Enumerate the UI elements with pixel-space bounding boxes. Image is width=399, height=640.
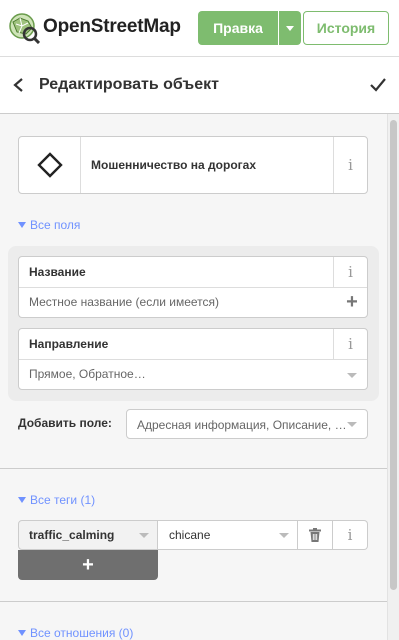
- preset-icon-box: [19, 137, 81, 193]
- tag-key-text: traffic_calming: [29, 528, 115, 542]
- diamond-icon: [36, 152, 63, 178]
- edit-dropdown-button[interactable]: [279, 11, 301, 45]
- add-field-combo[interactable]: Адресная информация, Описание, …: [126, 409, 368, 439]
- caret-down-icon[interactable]: [347, 422, 357, 427]
- add-field-label: Добавить поле:: [18, 416, 112, 430]
- all-tags-toggle[interactable]: Все теги (1): [18, 493, 95, 507]
- caret-down-icon: [286, 25, 294, 31]
- caret-down-icon[interactable]: [347, 373, 357, 378]
- field-direction-label: Направление: [19, 329, 334, 360]
- divider: [0, 601, 387, 602]
- scrollbar-thumb[interactable]: [390, 120, 397, 590]
- add-localized-name-button[interactable]: +: [337, 288, 367, 317]
- field-name-label: Название: [19, 257, 334, 288]
- field-direction-info-button[interactable]: i: [333, 329, 367, 360]
- history-button[interactable]: История: [303, 11, 389, 45]
- name-input[interactable]: Местное название (если имеется): [29, 295, 219, 309]
- tag-info-button[interactable]: i: [333, 520, 368, 550]
- chevron-left-icon[interactable]: [11, 77, 27, 93]
- divider: [0, 468, 387, 469]
- checkmark-icon[interactable]: [369, 76, 387, 94]
- tag-key-input[interactable]: traffic_calming: [18, 520, 158, 550]
- add-tag-button[interactable]: +: [18, 550, 158, 580]
- caret-down-icon[interactable]: [139, 533, 149, 538]
- tag-row: traffic_calming chicane i: [18, 520, 368, 550]
- triangle-down-icon: [18, 630, 26, 636]
- field-name: Название i Местное название (если имеетс…: [18, 256, 368, 318]
- page-title: Редактировать объект: [39, 76, 219, 93]
- direction-combo[interactable]: Прямое, Обратное…: [29, 367, 146, 381]
- all-fields-label: Все поля: [30, 218, 81, 232]
- scrollbar[interactable]: [387, 114, 399, 640]
- all-fields-toggle[interactable]: Все поля: [18, 218, 80, 232]
- preset-info-button[interactable]: i: [333, 137, 367, 193]
- triangle-down-icon: [18, 222, 26, 228]
- delete-tag-button[interactable]: [298, 520, 333, 550]
- all-tags-label: Все теги (1): [30, 493, 96, 507]
- all-relations-label: Все отношения (0): [30, 626, 134, 640]
- top-bar: OpenStreetMap Правка История: [0, 0, 399, 57]
- field-name-info-button[interactable]: i: [333, 257, 367, 288]
- osm-logo-icon: [9, 13, 40, 44]
- caret-down-icon[interactable]: [279, 533, 289, 538]
- preset-card[interactable]: Мошенничество на дорогах i: [18, 136, 368, 194]
- edit-button[interactable]: Правка: [198, 11, 278, 45]
- brand-name[interactable]: OpenStreetMap: [43, 16, 181, 38]
- tag-value-input[interactable]: chicane: [158, 520, 298, 550]
- field-direction: Направление i Прямое, Обратное…: [18, 328, 368, 390]
- trash-icon: [309, 528, 321, 542]
- all-relations-toggle[interactable]: Все отношения (0): [18, 626, 133, 640]
- tag-value-text: chicane: [169, 528, 211, 542]
- preset-name: Мошенничество на дорогах: [91, 158, 256, 172]
- add-field-input[interactable]: Адресная информация, Описание, …: [137, 418, 345, 432]
- triangle-down-icon: [18, 497, 26, 503]
- fields-group: Название i Местное название (если имеетс…: [8, 246, 379, 401]
- inspector-header: Редактировать объект: [0, 57, 399, 114]
